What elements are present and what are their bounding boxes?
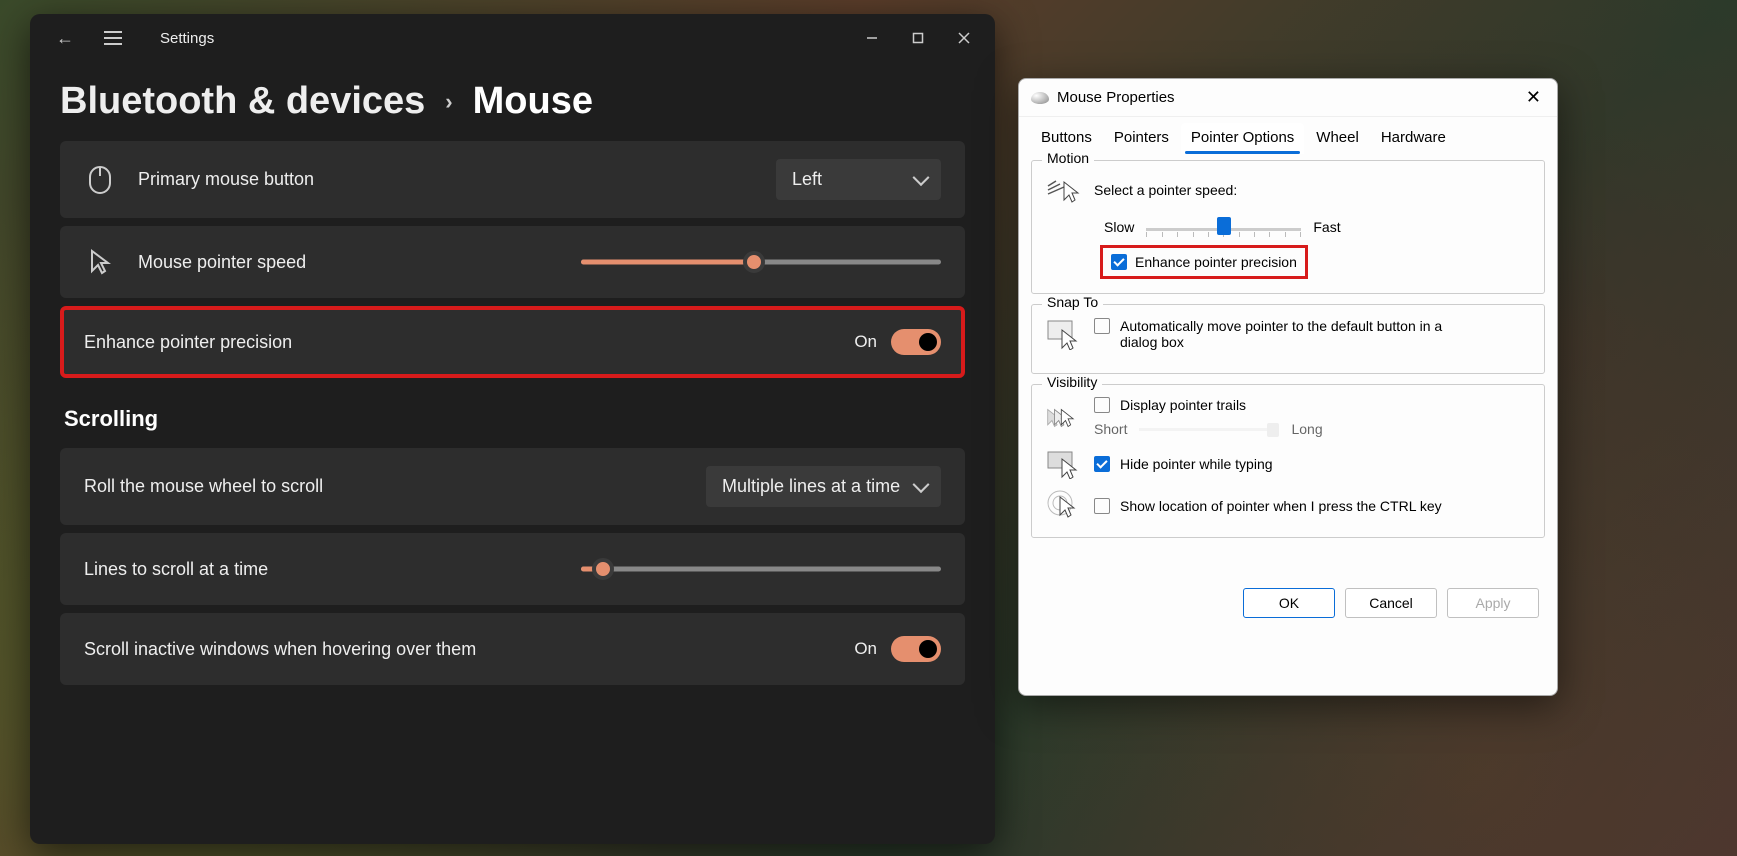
enhance-precision-toggle[interactable]: On — [854, 329, 941, 355]
tab-pointer-options[interactable]: Pointer Options — [1181, 123, 1304, 154]
mouse-icon — [84, 164, 116, 196]
breadcrumb-parent[interactable]: Bluetooth & devices — [60, 80, 425, 123]
ctrl-locate-icon — [1046, 489, 1080, 523]
breadcrumb: Bluetooth & devices › Mouse — [30, 62, 995, 131]
apply-button[interactable]: Apply — [1447, 588, 1539, 618]
group-motion: Motion Select a pointer speed: Slow Fast… — [1031, 160, 1545, 294]
mouse-properties-titlebar: Mouse Properties ✕ — [1019, 79, 1557, 117]
settings-titlebar: ← Settings — [30, 14, 995, 62]
breadcrumb-current: Mouse — [473, 80, 593, 123]
hide-typing-icon — [1046, 447, 1080, 481]
enhance-precision-label: Enhance pointer precision — [84, 332, 292, 353]
pointer-speed-caption: Select a pointer speed: — [1094, 182, 1237, 198]
trails-icon — [1046, 401, 1080, 435]
chevron-right-icon: › — [445, 89, 452, 115]
snap-to-checkbox[interactable] — [1094, 318, 1110, 334]
toggle-state-text: On — [854, 332, 877, 352]
back-button[interactable]: ← — [52, 24, 78, 53]
primary-button-label: Primary mouse button — [138, 169, 314, 190]
hide-typing-label: Hide pointer while typing — [1120, 456, 1273, 472]
snap-icon — [1046, 317, 1080, 351]
short-label: Short — [1094, 421, 1127, 437]
scroll-inactive-label: Scroll inactive windows when hovering ov… — [84, 639, 476, 660]
row-scroll-inactive: Scroll inactive windows when hovering ov… — [60, 613, 965, 685]
tab-wheel[interactable]: Wheel — [1306, 123, 1369, 154]
cursor-motion-icon — [1046, 173, 1080, 207]
section-scrolling: Scrolling — [64, 406, 965, 432]
minimize-button[interactable] — [849, 18, 895, 58]
pointer-speed-slider[interactable] — [1146, 215, 1301, 239]
settings-content[interactable]: Primary mouse button Left Mouse pointer … — [30, 131, 995, 821]
scroll-inactive-toggle[interactable]: On — [854, 636, 941, 662]
mouse-small-icon — [1031, 92, 1049, 104]
roll-wheel-select[interactable]: Multiple lines at a time — [706, 466, 941, 507]
snap-to-label: Automatically move pointer to the defaul… — [1120, 318, 1470, 350]
group-visibility: Visibility Display pointer trails Short … — [1031, 384, 1545, 538]
group-snap-to: Snap To Automatically move pointer to th… — [1031, 304, 1545, 374]
cancel-button[interactable]: Cancel — [1345, 588, 1437, 618]
fast-label: Fast — [1313, 219, 1340, 235]
cursor-icon — [84, 246, 116, 278]
row-enhance-precision: Enhance pointer precision On — [60, 306, 965, 378]
legend-snap: Snap To — [1042, 294, 1103, 310]
tab-pointers[interactable]: Pointers — [1104, 123, 1179, 154]
lines-scroll-label: Lines to scroll at a time — [84, 559, 268, 580]
toggle-switch-icon[interactable] — [891, 329, 941, 355]
tab-hardware[interactable]: Hardware — [1371, 123, 1456, 154]
pointer-speed-label: Mouse pointer speed — [138, 252, 306, 273]
toggle-state-text: On — [854, 639, 877, 659]
tabs: Buttons Pointers Pointer Options Wheel H… — [1019, 117, 1557, 154]
primary-button-select[interactable]: Left — [776, 159, 941, 200]
enhance-precision-label: Enhance pointer precision — [1135, 254, 1297, 270]
maximize-button[interactable] — [895, 18, 941, 58]
mouse-properties-dialog: Mouse Properties ✕ Buttons Pointers Poin… — [1018, 78, 1558, 696]
hamburger-menu-icon[interactable] — [100, 27, 126, 49]
ctrl-locate-label: Show location of pointer when I press th… — [1120, 498, 1442, 514]
close-button[interactable] — [941, 18, 987, 58]
hide-typing-checkbox[interactable] — [1094, 456, 1110, 472]
mouse-properties-body: Motion Select a pointer speed: Slow Fast… — [1019, 154, 1557, 554]
row-primary-button: Primary mouse button Left — [60, 141, 965, 218]
close-icon[interactable]: ✕ — [1522, 85, 1545, 110]
ok-button[interactable]: OK — [1243, 588, 1335, 618]
long-label: Long — [1291, 421, 1322, 437]
window-title: Settings — [160, 30, 214, 47]
row-roll-wheel: Roll the mouse wheel to scroll Multiple … — [60, 448, 965, 525]
settings-window: ← Settings Bluetooth & devices › Mouse P… — [30, 14, 995, 844]
trails-slider — [1139, 419, 1279, 439]
row-lines-scroll: Lines to scroll at a time — [60, 533, 965, 605]
slow-label: Slow — [1104, 219, 1134, 235]
legend-visibility: Visibility — [1042, 374, 1102, 390]
ctrl-locate-checkbox[interactable] — [1094, 498, 1110, 514]
pointer-speed-slider[interactable] — [581, 254, 941, 270]
enhance-precision-checkbox[interactable] — [1111, 254, 1127, 270]
trails-checkbox[interactable] — [1094, 397, 1110, 413]
legend-motion: Motion — [1042, 150, 1094, 166]
toggle-switch-icon[interactable] — [891, 636, 941, 662]
mouse-properties-title: Mouse Properties — [1057, 89, 1175, 106]
lines-scroll-slider[interactable] — [581, 561, 941, 577]
enhance-precision-highlight: Enhance pointer precision — [1100, 245, 1308, 279]
trails-label: Display pointer trails — [1120, 397, 1246, 413]
row-pointer-speed: Mouse pointer speed — [60, 226, 965, 298]
dialog-buttons: OK Cancel Apply — [1019, 574, 1557, 632]
roll-wheel-label: Roll the mouse wheel to scroll — [84, 476, 323, 497]
